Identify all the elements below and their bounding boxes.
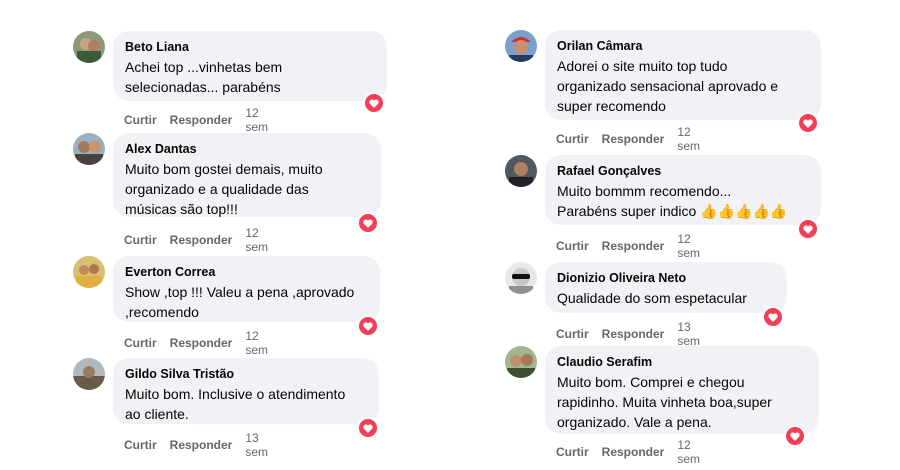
heart-reaction-icon[interactable] (797, 112, 819, 134)
timestamp[interactable]: 12 sem (245, 329, 268, 357)
avatar[interactable] (505, 262, 537, 294)
comment-actions: Curtir Responder 13 sem (556, 320, 700, 348)
reply-link[interactable]: Responder (170, 113, 233, 127)
author-name[interactable]: Alex Dantas (125, 141, 369, 157)
timestamp[interactable]: 12 sem (245, 106, 268, 134)
comment-text: Qualidade do som espetacular (557, 290, 747, 306)
comment-text: Muito bom. Comprei e chegou rapidinho. M… (557, 374, 772, 430)
heart-reaction-icon[interactable] (357, 315, 379, 337)
author-name[interactable]: Everton Correa (125, 264, 368, 280)
like-link[interactable]: Curtir (124, 233, 157, 247)
avatar[interactable] (505, 30, 537, 62)
comment-text: Muito bom. Inclusive o atendimento ao cl… (125, 386, 346, 422)
author-name[interactable]: Gildo Silva Tristão (125, 366, 367, 382)
comment-actions: Curtir Responder 12 sem (124, 329, 268, 357)
heart-reaction-icon[interactable] (797, 218, 819, 240)
timestamp[interactable]: 13 sem (677, 320, 700, 348)
comment-text: Adorei o site muito top tudo organizado … (557, 58, 779, 114)
heart-reaction-icon[interactable] (357, 417, 379, 439)
comment-actions: Curtir Responder 12 sem (556, 125, 700, 153)
comment-bubble: Claudio Serafim Muito bom. Comprei e che… (545, 346, 819, 434)
author-name[interactable]: Dionizio Oliveira Neto (557, 270, 775, 286)
author-name[interactable]: Rafael Gonçalves (557, 163, 809, 179)
like-link[interactable]: Curtir (556, 327, 589, 341)
comment-text: Muito bommm recomendo... Parabéns super … (557, 183, 788, 219)
comment-bubble: Alex Dantas Muito bom gostei demais, mui… (113, 133, 381, 217)
comment-text: Show ,top !!! Valeu a pena ,aprovado ,re… (125, 284, 355, 320)
timestamp[interactable]: 12 sem (677, 125, 700, 153)
avatar[interactable] (505, 346, 537, 378)
heart-reaction-icon[interactable] (784, 425, 806, 447)
reply-link[interactable]: Responder (170, 438, 233, 452)
reply-link[interactable]: Responder (602, 445, 665, 459)
comment-text: Muito bom gostei demais, muito organizad… (125, 161, 323, 217)
heart-reaction-icon[interactable] (762, 306, 784, 328)
comment-actions: Curtir Responder 12 sem (556, 438, 700, 466)
avatar[interactable] (73, 31, 105, 63)
reply-link[interactable]: Responder (602, 239, 665, 253)
comment-bubble: Everton Correa Show ,top !!! Valeu a pen… (113, 256, 380, 322)
comment-bubble: Dionizio Oliveira Neto Qualidade do som … (545, 262, 787, 313)
avatar[interactable] (73, 358, 105, 390)
avatar[interactable] (73, 256, 105, 288)
author-name[interactable]: Beto Liana (125, 39, 375, 55)
reply-link[interactable]: Responder (602, 132, 665, 146)
reply-link[interactable]: Responder (170, 233, 233, 247)
timestamp[interactable]: 12 sem (677, 232, 700, 260)
comment-bubble: Gildo Silva Tristão Muito bom. Inclusive… (113, 358, 379, 424)
timestamp[interactable]: 12 sem (677, 438, 700, 466)
avatar[interactable] (73, 133, 105, 165)
timestamp[interactable]: 12 sem (245, 226, 268, 254)
comment-bubble: Orilan Câmara Adorei o site muito top tu… (545, 30, 821, 120)
reply-link[interactable]: Responder (170, 336, 233, 350)
comment-actions: Curtir Responder 12 sem (124, 106, 268, 134)
author-name[interactable]: Claudio Serafim (557, 354, 807, 370)
timestamp[interactable]: 13 sem (245, 431, 268, 459)
author-name[interactable]: Orilan Câmara (557, 38, 809, 54)
heart-reaction-icon[interactable] (363, 92, 385, 114)
comment-bubble: Beto Liana Achei top ...vinhetas bem sel… (113, 31, 387, 101)
comment-bubble: Rafael Gonçalves Muito bommm recomendo..… (545, 155, 821, 225)
comment-actions: Curtir Responder 13 sem (124, 431, 268, 459)
heart-reaction-icon[interactable] (357, 212, 379, 234)
comment-actions: Curtir Responder 12 sem (556, 232, 700, 260)
like-link[interactable]: Curtir (556, 445, 589, 459)
avatar[interactable] (505, 155, 537, 187)
like-link[interactable]: Curtir (124, 438, 157, 452)
comment-actions: Curtir Responder 12 sem (124, 226, 268, 254)
like-link[interactable]: Curtir (556, 239, 589, 253)
comment-text: Achei top ...vinhetas bem selecionadas..… (125, 59, 283, 95)
like-link[interactable]: Curtir (556, 132, 589, 146)
like-link[interactable]: Curtir (124, 336, 157, 350)
like-link[interactable]: Curtir (124, 113, 157, 127)
reply-link[interactable]: Responder (602, 327, 665, 341)
